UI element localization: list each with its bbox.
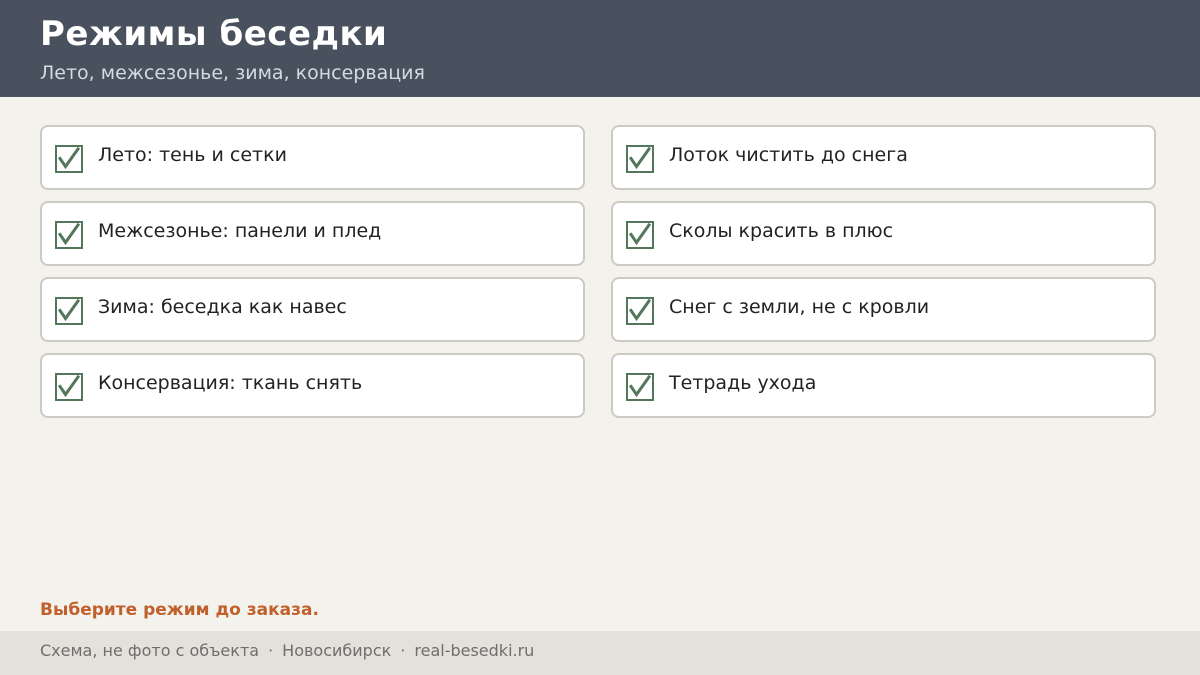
checkbox-checked-icon[interactable] [55, 297, 83, 325]
checklist-item[interactable]: Межсезонье: панели и плед [40, 201, 585, 266]
footer-city: Новосибирск [282, 641, 392, 660]
checklist-item[interactable]: Консервация: ткань снять [40, 353, 585, 418]
checklist-item-label: Консервация: ткань снять [98, 372, 363, 394]
checklist: Лето: тень и сетки Межсезонье: панели и п… [40, 125, 1156, 418]
checklist-item-label: Тетрадь ухода [669, 372, 817, 394]
checklist-item-label: Сколы красить в плюс [669, 220, 894, 242]
footer: Схема, не фото с объекта · Новосибирск · rea… [0, 631, 1200, 675]
checklist-item[interactable]: Лоток чистить до снега [611, 125, 1156, 190]
checkbox-checked-icon[interactable] [626, 145, 654, 173]
footer-separator: · [400, 641, 406, 660]
footer-site-link[interactable]: real-besedki.ru [414, 641, 534, 660]
checklist-item-label: Лоток чистить до снега [669, 144, 908, 166]
call-to-action-text: Выберите режим до заказа. [40, 600, 319, 620]
checklist-item-label: Снег с земли, не с кровли [669, 296, 930, 318]
checkbox-checked-icon[interactable] [55, 221, 83, 249]
checkbox-checked-icon[interactable] [626, 373, 654, 401]
checklist-item[interactable]: Снег с земли, не с кровли [611, 277, 1156, 342]
checklist-item-label: Лето: тень и сетки [98, 144, 287, 166]
checklist-item[interactable]: Зима: беседка как навес [40, 277, 585, 342]
footer-text: Схема, не фото с объекта · Новосибирск · rea… [40, 641, 534, 660]
checkbox-checked-icon[interactable] [626, 297, 654, 325]
footer-separator: · [268, 641, 274, 660]
header: Режимы беседки Лето, межсезонье, зима, к… [0, 0, 1200, 97]
footer-note: Схема, не фото с объекта [40, 641, 260, 660]
checkbox-checked-icon[interactable] [55, 145, 83, 173]
checklist-item[interactable]: Тетрадь ухода [611, 353, 1156, 418]
page-title: Режимы беседки [40, 14, 388, 54]
checklist-item[interactable]: Сколы красить в плюс [611, 201, 1156, 266]
checkbox-checked-icon[interactable] [626, 221, 654, 249]
page-subtitle: Лето, межсезонье, зима, консервация [40, 62, 425, 84]
checklist-item[interactable]: Лето: тень и сетки [40, 125, 585, 190]
checklist-item-label: Зима: беседка как навес [98, 296, 347, 318]
checklist-item-label: Межсезонье: панели и плед [98, 220, 382, 242]
checkbox-checked-icon[interactable] [55, 373, 83, 401]
